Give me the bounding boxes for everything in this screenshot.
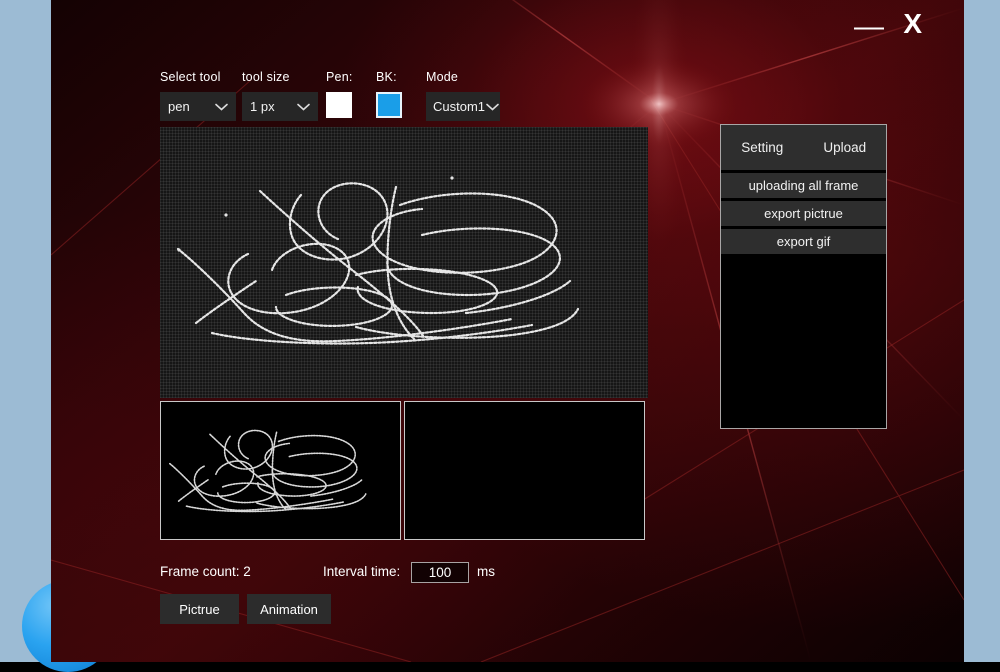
mode-label: Mode — [426, 70, 459, 84]
chevron-down-icon — [486, 103, 499, 111]
export-gif-button[interactable]: export gif — [721, 229, 886, 254]
mode-group: Mode Custom1 — [426, 70, 500, 121]
pen-color-swatch[interactable] — [326, 92, 352, 118]
toolbar: Select tool pen tool size 1 px Pen: BK: — [160, 70, 580, 125]
tool-size-group: tool size 1 px — [242, 70, 318, 121]
close-icon[interactable]: X — [903, 10, 922, 38]
tab-upload[interactable]: Upload — [804, 140, 887, 155]
chevron-down-icon — [215, 103, 228, 111]
export-picture-button[interactable]: export pictrue — [721, 201, 886, 226]
select-tool-group: Select tool pen — [160, 70, 236, 121]
chevron-down-icon — [297, 103, 310, 111]
mode-dropdown[interactable]: Custom1 — [426, 92, 500, 121]
interval-time-label: Interval time: — [323, 564, 401, 579]
tool-size-dropdown[interactable]: 1 px — [242, 92, 318, 121]
pen-color-group: Pen: — [326, 70, 353, 118]
select-tool-value: pen — [168, 99, 190, 114]
picture-button[interactable]: Pictrue — [160, 594, 239, 624]
minimize-icon[interactable]: — — [854, 12, 884, 42]
frame-thumbnail-1[interactable] — [160, 401, 401, 540]
bk-color-group: BK: — [376, 70, 402, 118]
tool-size-label: tool size — [242, 70, 290, 84]
mode-value: Custom1 — [433, 99, 486, 114]
bk-color-label: BK: — [376, 70, 397, 84]
select-tool-label: Select tool — [160, 70, 221, 84]
panel-tab-bar: Setting Upload — [721, 125, 886, 170]
interval-time-input[interactable]: 100 — [411, 562, 469, 583]
uploading-all-frame-button[interactable]: uploading all frame — [721, 173, 886, 198]
frame-count-label: Frame count: 2 — [160, 564, 251, 579]
side-panel: Setting Upload uploading all frame expor… — [720, 124, 887, 429]
tab-setting[interactable]: Setting — [721, 140, 804, 155]
application-window: — X Select tool pen tool size 1 px Pen: — [51, 0, 964, 662]
interval-time-unit: ms — [477, 564, 495, 579]
frame-thumbnail-2[interactable] — [404, 401, 645, 540]
drawing-canvas[interactable] — [160, 127, 648, 398]
animation-button[interactable]: Animation — [247, 594, 331, 624]
select-tool-dropdown[interactable]: pen — [160, 92, 236, 121]
tool-size-value: 1 px — [250, 99, 275, 114]
pen-color-label: Pen: — [326, 70, 353, 84]
bk-color-swatch[interactable] — [376, 92, 402, 118]
canvas-artwork — [160, 127, 648, 398]
